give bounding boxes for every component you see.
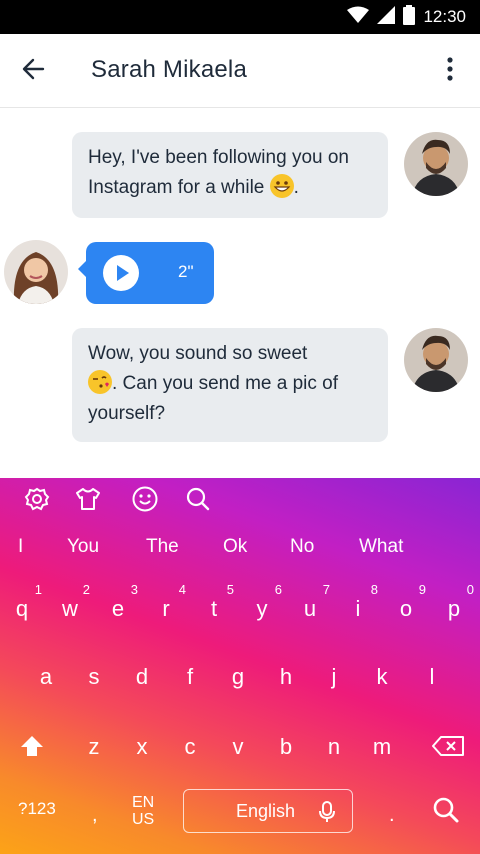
key-p[interactable]: p0 xyxy=(434,582,474,622)
contact-name: Sarah Mikaela xyxy=(91,56,248,83)
shift-arrow-icon xyxy=(20,736,44,761)
back-arrow-icon xyxy=(21,57,45,86)
language-switch-key[interactable]: EN US xyxy=(132,794,154,828)
status-bar: 12:30 xyxy=(0,0,480,34)
key-f[interactable]: f xyxy=(170,664,210,690)
key-d[interactable]: d xyxy=(122,664,162,690)
key-i[interactable]: i8 xyxy=(338,582,378,622)
key-a[interactable]: a xyxy=(26,664,66,690)
search-action-key[interactable] xyxy=(432,796,462,826)
my-avatar[interactable] xyxy=(404,132,468,196)
keyboard: I You The Ok No What q1 w2 e3 r4 t5 y6 u… xyxy=(0,478,480,854)
key-s[interactable]: s xyxy=(74,664,114,690)
key-x[interactable]: x xyxy=(122,734,162,760)
symbols-key[interactable]: ?123 xyxy=(18,799,56,819)
key-e[interactable]: e3 xyxy=(98,582,138,622)
settings-icon[interactable] xyxy=(22,484,52,514)
status-icons: 12:30 xyxy=(347,0,466,34)
face-blowing-kiss-emoji-icon xyxy=(88,370,112,394)
backspace-key[interactable] xyxy=(432,736,464,756)
message-text-end: . xyxy=(293,177,299,198)
battery-icon xyxy=(403,4,416,30)
contact-avatar[interactable] xyxy=(4,240,68,304)
message-text: Wow, you sound so sweet xyxy=(88,343,308,364)
key-j[interactable]: j xyxy=(314,664,354,690)
key-w[interactable]: w2 xyxy=(50,582,90,622)
backspace-icon xyxy=(432,736,464,760)
app-bar: Sarah Mikaela xyxy=(0,34,480,108)
key-l[interactable]: l xyxy=(412,664,452,690)
key-o[interactable]: o9 xyxy=(386,582,426,622)
key-n[interactable]: n xyxy=(314,734,354,760)
key-q[interactable]: q1 xyxy=(2,582,42,622)
key-t[interactable]: t5 xyxy=(194,582,234,622)
wifi-icon xyxy=(347,6,370,29)
voice-duration: 2" xyxy=(178,262,194,281)
message-bubble-sent: Wow, you sound so sweet . Can you send m… xyxy=(72,328,388,442)
search-icon[interactable] xyxy=(183,484,213,514)
more-vert-icon xyxy=(447,56,453,86)
voice-message[interactable]: 2" xyxy=(78,242,214,304)
key-z[interactable]: z xyxy=(74,734,114,760)
comma-key[interactable]: , xyxy=(92,804,98,827)
suggestion-word[interactable]: I xyxy=(18,536,23,558)
key-y[interactable]: y6 xyxy=(242,582,283,622)
language-code: EN xyxy=(132,794,155,811)
message-text-end: . Can you send me a pic of yourself? xyxy=(88,373,339,424)
back-button[interactable] xyxy=(14,52,52,90)
message-text: Hey, I've been following you on Instagra… xyxy=(88,147,349,198)
message-bubble-sent: Hey, I've been following you on Instagra… xyxy=(72,132,388,218)
key-u[interactable]: u7 xyxy=(290,582,330,622)
key-k[interactable]: k xyxy=(362,664,402,690)
play-icon[interactable] xyxy=(103,255,139,291)
signal-icon xyxy=(377,5,396,29)
suggestion-word[interactable]: What xyxy=(359,536,403,558)
suggestion-word[interactable]: The xyxy=(146,536,179,558)
shift-key[interactable] xyxy=(20,735,44,757)
space-bar-label: English xyxy=(236,801,296,821)
my-avatar[interactable] xyxy=(404,328,468,392)
chat-area[interactable]: Hey, I've been following you on Instagra… xyxy=(0,108,480,478)
period-key[interactable]: . xyxy=(389,804,395,827)
keyboard-toolbar xyxy=(0,478,480,520)
key-v[interactable]: v xyxy=(218,734,258,760)
key-r[interactable]: r4 xyxy=(146,582,186,622)
suggestion-word[interactable]: No xyxy=(290,536,314,558)
theme-shirt-icon[interactable] xyxy=(73,484,103,514)
emoji-icon[interactable] xyxy=(130,484,160,514)
key-m[interactable]: m xyxy=(362,734,402,760)
search-icon xyxy=(432,797,460,828)
more-options-button[interactable] xyxy=(434,52,466,90)
grinning-face-emoji-icon xyxy=(269,174,294,198)
key-h[interactable]: h xyxy=(266,664,306,690)
status-time: 12:30 xyxy=(423,7,466,26)
suggestion-word[interactable]: You xyxy=(67,536,99,558)
space-bar[interactable]: English xyxy=(183,789,353,833)
microphone-icon[interactable] xyxy=(319,801,335,828)
key-b[interactable]: b xyxy=(266,734,306,760)
language-region: US xyxy=(132,811,155,828)
suggestion-word[interactable]: Ok xyxy=(223,536,247,558)
key-c[interactable]: c xyxy=(170,734,210,760)
key-g[interactable]: g xyxy=(218,664,258,690)
